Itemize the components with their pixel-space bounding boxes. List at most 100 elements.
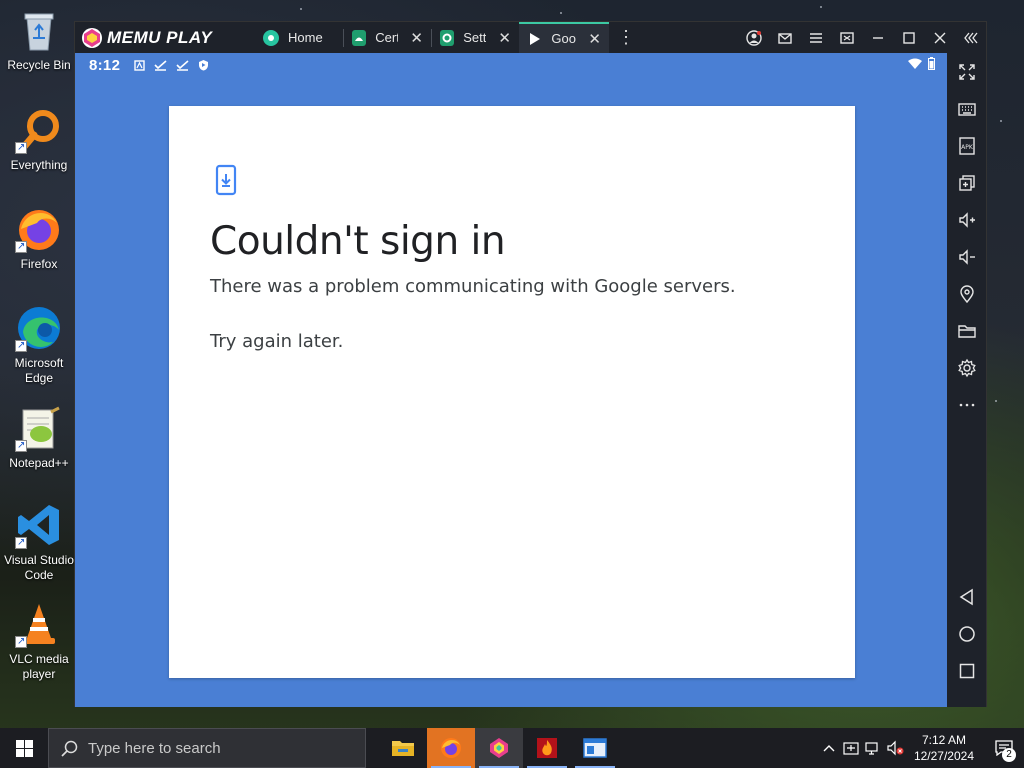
tab-home[interactable]: Home <box>255 22 343 53</box>
recycle-bin-icon <box>15 6 63 54</box>
tab-google-play[interactable]: Goog ✕ <box>519 22 609 53</box>
multi-instance-icon[interactable] <box>954 170 980 196</box>
status-time: 8:12 <box>89 56 121 74</box>
taskbar-file-explorer[interactable] <box>379 728 427 768</box>
settings-app-icon <box>440 29 455 46</box>
memu-brand: MEMU PLAY <box>75 27 255 49</box>
dialog-message: There was a problem communicating with G… <box>210 276 736 297</box>
volume-muted-icon[interactable] <box>884 740 906 756</box>
clock-date: 12/27/2024 <box>913 749 974 763</box>
desktop-icon-firefox[interactable]: Firefox <box>3 205 75 272</box>
emulator-side-toolbar: APK <box>947 53 986 707</box>
taskbar-app-window[interactable] <box>571 728 619 768</box>
edge-icon <box>15 304 63 353</box>
search-placeholder: Type here to search <box>88 739 221 757</box>
minimize-icon[interactable] <box>862 22 893 53</box>
install-apk-icon[interactable]: APK <box>954 133 980 159</box>
desktop-icon-edge[interactable]: Microsoft Edge <box>3 304 75 386</box>
system-status-icons <box>908 57 935 70</box>
screen-mode-icon[interactable] <box>831 22 862 53</box>
close-tab-icon[interactable]: ✕ <box>498 29 511 47</box>
tray-app-icon[interactable] <box>840 740 862 756</box>
memu-logo-icon <box>490 738 508 758</box>
desktop-icon-label: Recycle Bin <box>7 58 71 72</box>
recents-nav-icon[interactable] <box>954 658 980 684</box>
mail-icon[interactable] <box>769 22 800 53</box>
taskbar-firefox[interactable] <box>427 728 475 768</box>
menu-icon[interactable] <box>800 22 831 53</box>
account-icon[interactable] <box>738 22 769 53</box>
back-nav-icon[interactable] <box>954 584 980 610</box>
taskbar-app-fire[interactable] <box>523 728 571 768</box>
desktop-icon-label: Firefox <box>20 257 58 271</box>
close-tab-icon[interactable]: ✕ <box>410 29 423 47</box>
tab-settings[interactable]: Sett ✕ <box>432 22 519 53</box>
home-app-icon <box>263 29 279 46</box>
volume-up-icon[interactable] <box>954 207 980 233</box>
tab-label: Home <box>288 30 323 45</box>
notification-badge: 2 <box>1002 748 1016 762</box>
desktop-icon-everything[interactable]: Everything <box>3 106 75 173</box>
star <box>1000 120 1002 122</box>
windows-logo-icon <box>15 739 33 757</box>
taskbar-clock[interactable]: 7:12 AM 12/27/2024 <box>914 732 974 764</box>
close-tab-icon[interactable]: ✕ <box>588 30 601 48</box>
start-button[interactable] <box>0 728 48 768</box>
search-icon <box>61 740 78 757</box>
close-window-icon[interactable] <box>924 22 955 53</box>
everything-search-icon <box>15 106 63 155</box>
download-done-icon <box>154 59 167 71</box>
windows-taskbar: Type here to search 7:12 AM 12/27/2024 2 <box>0 728 1024 768</box>
more-options-icon[interactable] <box>954 392 980 418</box>
notification-icons <box>134 59 209 71</box>
maximize-icon[interactable] <box>893 22 924 53</box>
firefox-icon <box>15 205 63 254</box>
battery-icon <box>928 57 935 70</box>
more-tabs-icon[interactable]: ⋮ <box>617 27 635 48</box>
network-icon[interactable] <box>862 740 884 756</box>
shared-folder-icon[interactable] <box>954 318 980 344</box>
collapse-sidebar-icon[interactable] <box>955 22 986 53</box>
home-nav-icon[interactable] <box>954 621 980 647</box>
window-controls <box>738 22 986 53</box>
desktop-icon-recycle-bin[interactable]: Recycle Bin <box>3 6 75 73</box>
firefox-icon <box>441 738 461 758</box>
star <box>820 6 822 8</box>
tab-label: Sett <box>463 30 487 45</box>
chevron-up-icon[interactable] <box>818 744 840 752</box>
android-app-icon <box>352 29 367 46</box>
taskbar-memu[interactable] <box>475 728 523 768</box>
sign-in-error-dialog: Couldn't sign in There was a problem com… <box>169 106 855 678</box>
star <box>995 400 997 402</box>
dialog-retry-hint: Try again later. <box>210 331 344 352</box>
fire-app-icon <box>537 738 557 758</box>
keyboard-icon[interactable] <box>954 96 980 122</box>
desktop-icon-notepad-plus-plus[interactable]: Notepad++ <box>3 404 75 471</box>
fullscreen-icon[interactable] <box>954 59 980 85</box>
location-icon[interactable] <box>954 281 980 307</box>
tab-label: Goog <box>551 31 576 46</box>
taskbar-search-box[interactable]: Type here to search <box>48 728 366 768</box>
desktop-icon-vscode[interactable]: Visual Studio Code <box>3 501 75 583</box>
desktop-icon-label: Microsoft Edge <box>14 356 64 385</box>
action-center-button[interactable]: 2 <box>984 740 1024 762</box>
download-done-icon <box>176 59 189 71</box>
brand-text: MEMU PLAY <box>107 27 213 47</box>
system-tray: 7:12 AM 12/27/2024 2 <box>818 728 1024 768</box>
settings-gear-icon[interactable] <box>954 355 980 381</box>
dialog-title: Couldn't sign in <box>210 219 506 264</box>
title-bar: MEMU PLAY Home Certi ✕ Sett ✕ <box>75 22 986 53</box>
clock-time: 7:12 AM <box>921 733 966 747</box>
star <box>560 12 562 14</box>
tab-label: Certi <box>375 30 399 45</box>
app-notification-icon <box>134 59 145 71</box>
android-screen: 8:12 Couldn't sign in There was a proble… <box>75 53 947 707</box>
volume-down-icon[interactable] <box>954 244 980 270</box>
desktop-icon-label: Everything <box>10 158 68 172</box>
app-window-icon <box>583 738 607 758</box>
tab-certi[interactable]: Certi ✕ <box>344 22 431 53</box>
memu-window: MEMU PLAY Home Certi ✕ Sett ✕ <box>74 21 987 707</box>
svg-text:APK: APK <box>961 144 974 151</box>
desktop-icon-vlc[interactable]: VLC media player <box>3 600 75 682</box>
android-status-bar: 8:12 <box>75 53 947 77</box>
